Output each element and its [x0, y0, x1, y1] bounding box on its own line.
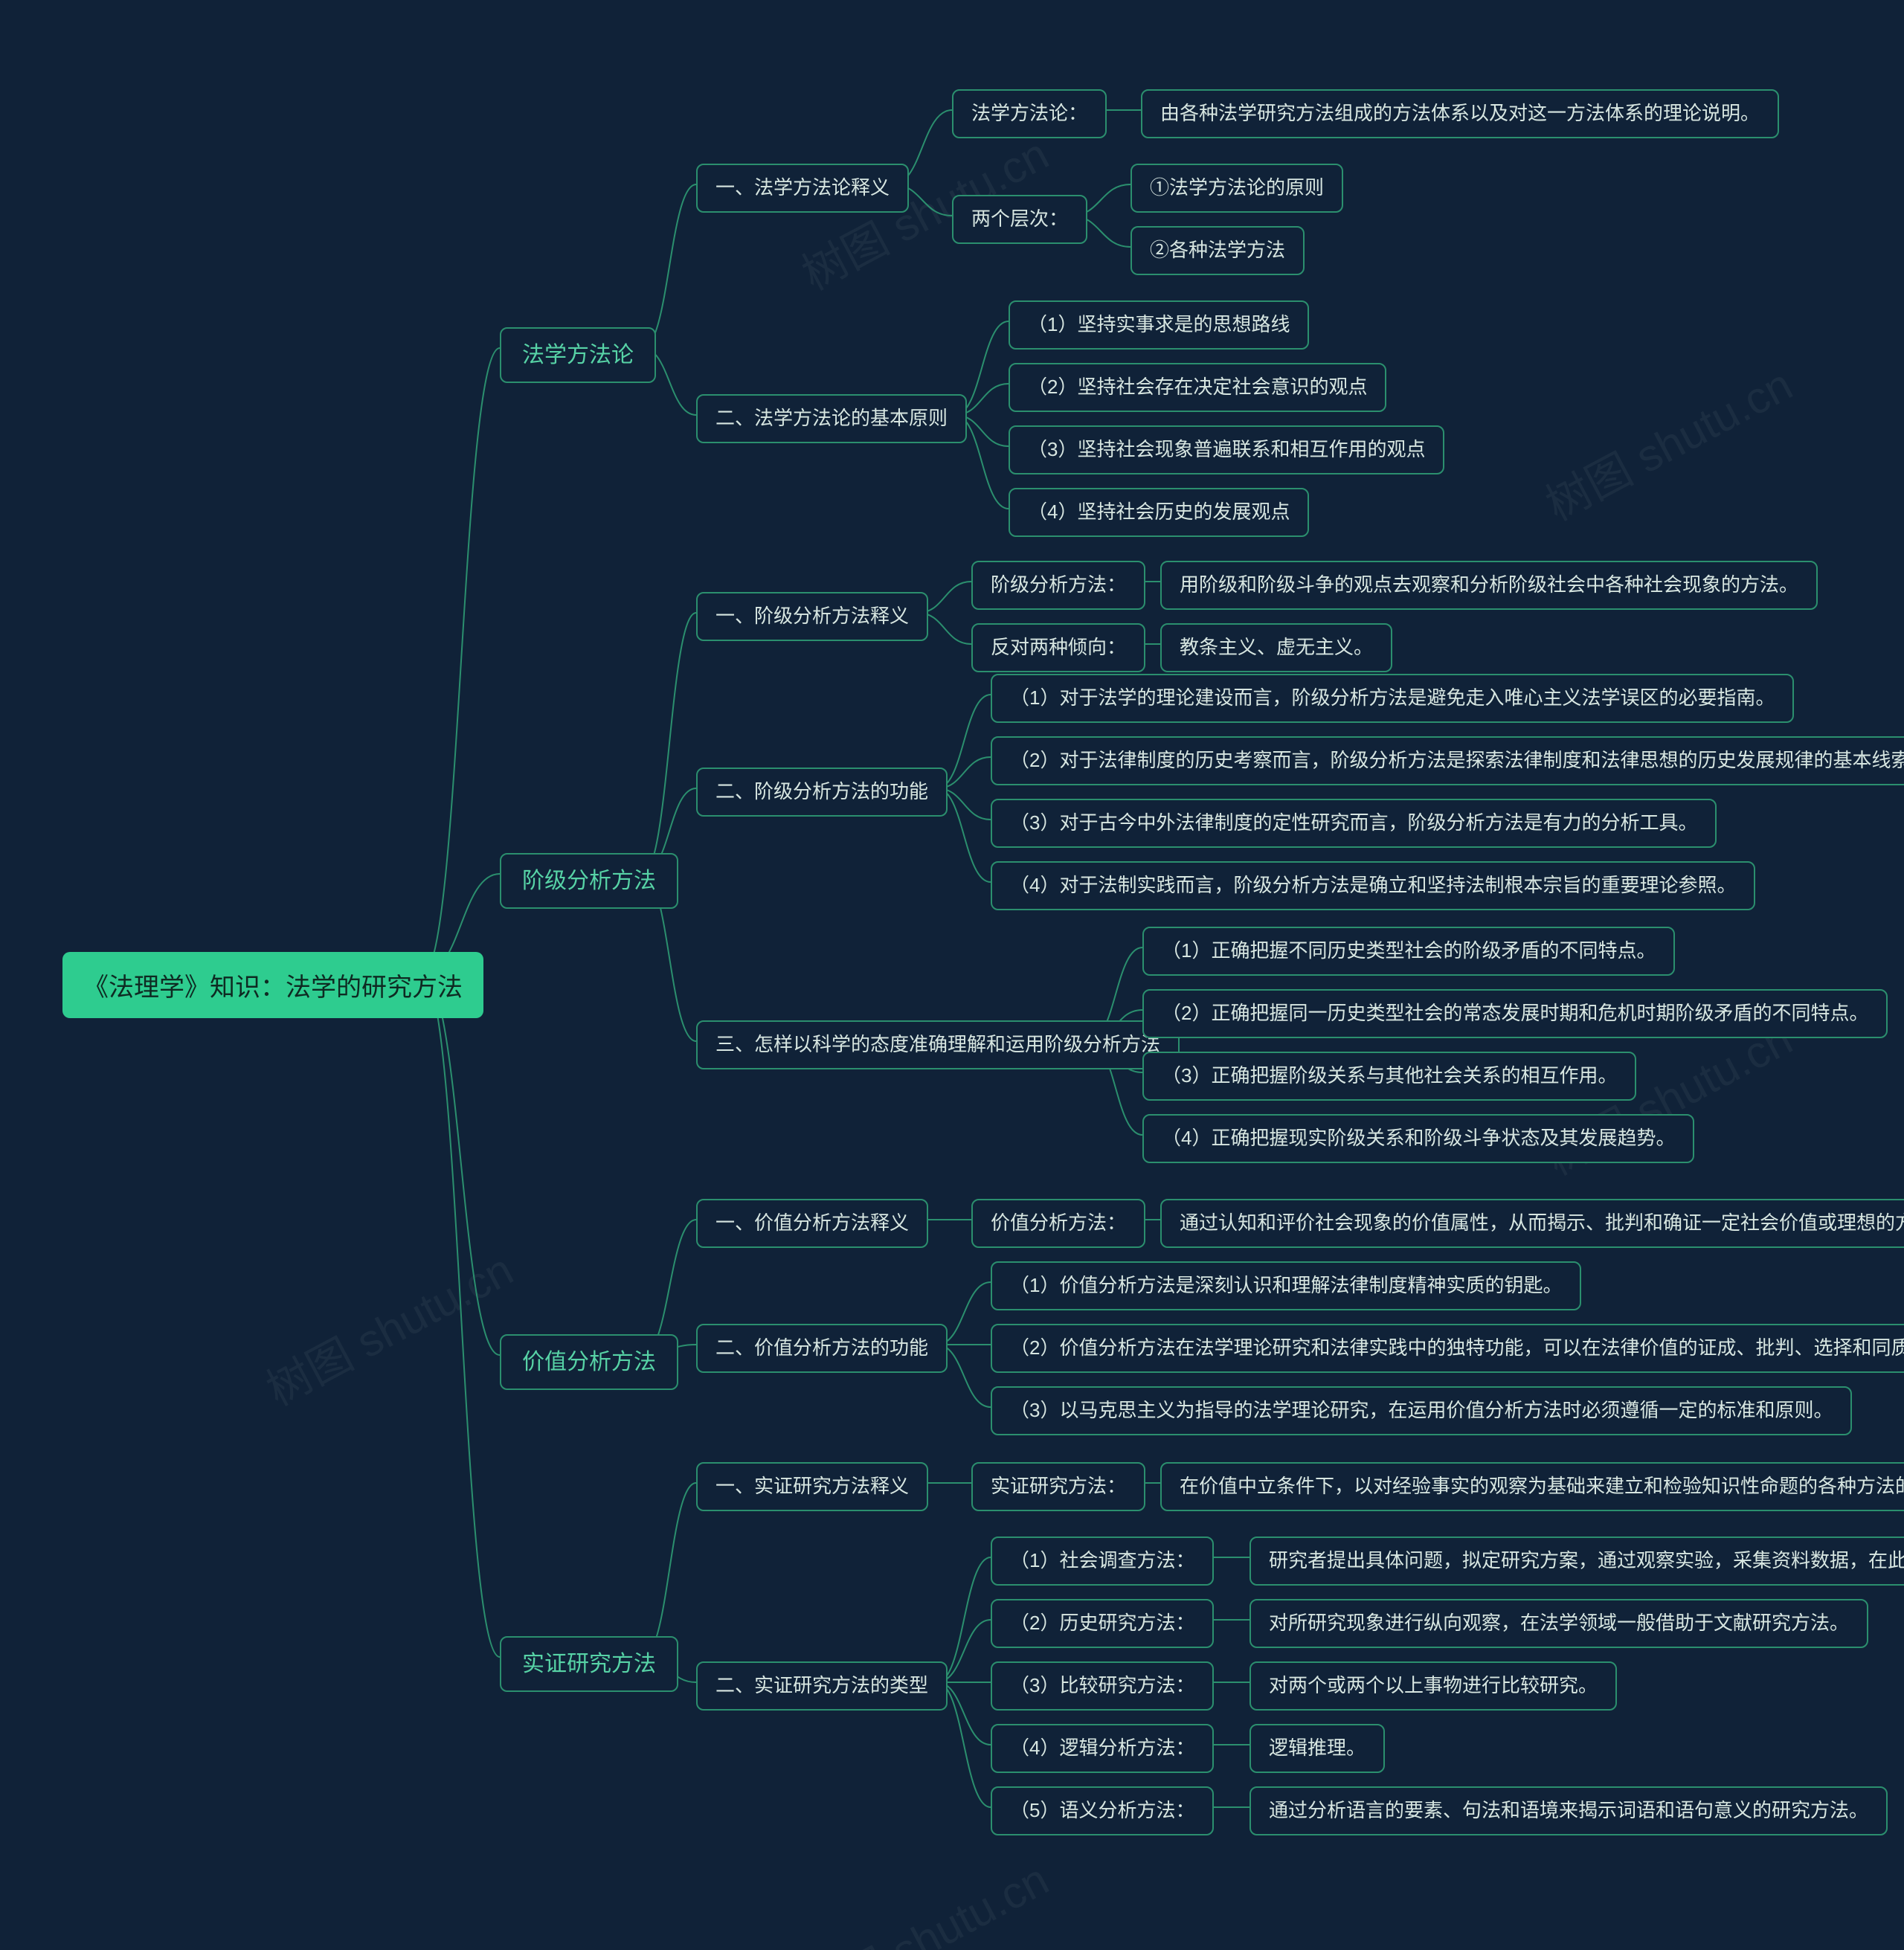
watermark: 树图 shutu.cn — [1533, 350, 1802, 533]
node-b0s1-3[interactable]: （4）坚持社会历史的发展观点 — [1009, 488, 1309, 537]
node-b1s1-0[interactable]: （1）对于法学的理论建设而言，阶级分析方法是避免走入唯心主义法学误区的必要指南。 — [991, 674, 1794, 723]
branch-methodology[interactable]: 法学方法论 — [500, 327, 656, 383]
node-b3s0-0[interactable]: 实证研究方法： — [971, 1462, 1145, 1511]
node-b3s1-1d[interactable]: 对所研究现象进行纵向观察，在法学领域一般借助于文献研究方法。 — [1250, 1599, 1868, 1648]
node-b3s1-2d[interactable]: 对两个或两个以上事物进行比较研究。 — [1250, 1661, 1617, 1711]
node-b3s1-1[interactable]: （2）历史研究方法： — [991, 1599, 1214, 1648]
node-b2s0-1[interactable]: 通过认知和评价社会现象的价值属性，从而揭示、批判和确证一定社会价值或理想的方法。 — [1160, 1199, 1904, 1248]
node-b3s1-3[interactable]: （4）逻辑分析方法： — [991, 1724, 1214, 1773]
node-b1s0-0[interactable]: 阶级分析方法： — [971, 561, 1145, 610]
watermark: 树图 shutu.cn — [789, 1844, 1058, 1950]
node-b0s1-2[interactable]: （3）坚持社会现象普遍联系和相互作用的观点 — [1009, 425, 1444, 474]
node-b1s2-1[interactable]: （2）正确把握同一历史类型社会的常态发展时期和危机时期阶级矛盾的不同特点。 — [1142, 989, 1888, 1038]
branch-value-analysis[interactable]: 价值分析方法 — [500, 1334, 678, 1390]
node-b2s1-0[interactable]: （1）价值分析方法是深刻认识和理解法律制度精神实质的钥匙。 — [991, 1261, 1581, 1310]
node-b3s1[interactable]: 二、实证研究方法的类型 — [696, 1661, 948, 1711]
node-b3s1-0[interactable]: （1）社会调查方法： — [991, 1536, 1214, 1586]
node-b0s1[interactable]: 二、法学方法论的基本原则 — [696, 394, 967, 443]
node-b1s2-3[interactable]: （4）正确把握现实阶级关系和阶级斗争状态及其发展趋势。 — [1142, 1114, 1694, 1163]
node-b1s2[interactable]: 三、怎样以科学的态度准确理解和运用阶级分析方法 — [696, 1020, 1180, 1069]
node-b2s0-0[interactable]: 价值分析方法： — [971, 1199, 1145, 1248]
watermark: 树图 shutu.cn — [254, 1235, 523, 1418]
node-b1s0-2[interactable]: 反对两种倾向： — [971, 623, 1145, 672]
node-b1s0-3[interactable]: 教条主义、虚无主义。 — [1160, 623, 1392, 672]
node-b3s0-1[interactable]: 在价值中立条件下，以对经验事实的观察为基础来建立和检验知识性命题的各种方法的总称… — [1160, 1462, 1904, 1511]
node-b0s0-4[interactable]: ②各种法学方法 — [1130, 226, 1305, 275]
node-b0s0-2[interactable]: 两个层次： — [952, 195, 1087, 244]
node-b1s1-2[interactable]: （3）对于古今中外法律制度的定性研究而言，阶级分析方法是有力的分析工具。 — [991, 799, 1717, 848]
node-b1s2-0[interactable]: （1）正确把握不同历史类型社会的阶级矛盾的不同特点。 — [1142, 927, 1675, 976]
node-b3s1-4[interactable]: （5）语义分析方法： — [991, 1786, 1214, 1835]
node-b3s1-0d[interactable]: 研究者提出具体问题，拟定研究方案，通过观察实验，采集资料数据，在此基础上提出知识… — [1250, 1536, 1904, 1586]
node-b1s1-3[interactable]: （4）对于法制实践而言，阶级分析方法是确立和坚持法制根本宗旨的重要理论参照。 — [991, 861, 1755, 910]
node-b3s1-2[interactable]: （3）比较研究方法： — [991, 1661, 1214, 1711]
branch-empirical[interactable]: 实证研究方法 — [500, 1636, 678, 1692]
node-b2s1-2[interactable]: （3）以马克思主义为指导的法学理论研究，在运用价值分析方法时必须遵循一定的标准和… — [991, 1386, 1852, 1435]
node-b2s1-1[interactable]: （2）价值分析方法在法学理论研究和法律实践中的独特功能，可以在法律价值的证成、批… — [991, 1324, 1904, 1373]
root-node[interactable]: 《法理学》知识：法学的研究方法 — [62, 952, 483, 1018]
branch-class-analysis[interactable]: 阶级分析方法 — [500, 853, 678, 909]
node-b1s1[interactable]: 二、阶级分析方法的功能 — [696, 768, 948, 817]
node-b1s2-2[interactable]: （3）正确把握阶级关系与其他社会关系的相互作用。 — [1142, 1052, 1636, 1101]
node-b2s0[interactable]: 一、价值分析方法释义 — [696, 1199, 928, 1248]
node-b1s0-1[interactable]: 用阶级和阶级斗争的观点去观察和分析阶级社会中各种社会现象的方法。 — [1160, 561, 1818, 610]
node-b3s1-4d[interactable]: 通过分析语言的要素、句法和语境来揭示词语和语句意义的研究方法。 — [1250, 1786, 1888, 1835]
node-b0s0-3[interactable]: ①法学方法论的原则 — [1130, 164, 1343, 213]
node-b3s1-3d[interactable]: 逻辑推理。 — [1250, 1724, 1385, 1773]
node-b0s0-0[interactable]: 法学方法论： — [952, 89, 1107, 138]
node-b0s1-1[interactable]: （2）坚持社会存在决定社会意识的观点 — [1009, 363, 1386, 412]
node-b0s0[interactable]: 一、法学方法论释义 — [696, 164, 909, 213]
node-b1s0[interactable]: 一、阶级分析方法释义 — [696, 592, 928, 641]
node-b3s0[interactable]: 一、实证研究方法释义 — [696, 1462, 928, 1511]
node-b0s0-1[interactable]: 由各种法学研究方法组成的方法体系以及对这一方法体系的理论说明。 — [1141, 89, 1779, 138]
node-b1s1-1[interactable]: （2）对于法律制度的历史考察而言，阶级分析方法是探索法律制度和法律思想的历史发展… — [991, 736, 1904, 785]
node-b0s1-0[interactable]: （1）坚持实事求是的思想路线 — [1009, 300, 1309, 350]
node-b2s1[interactable]: 二、价值分析方法的功能 — [696, 1324, 948, 1373]
